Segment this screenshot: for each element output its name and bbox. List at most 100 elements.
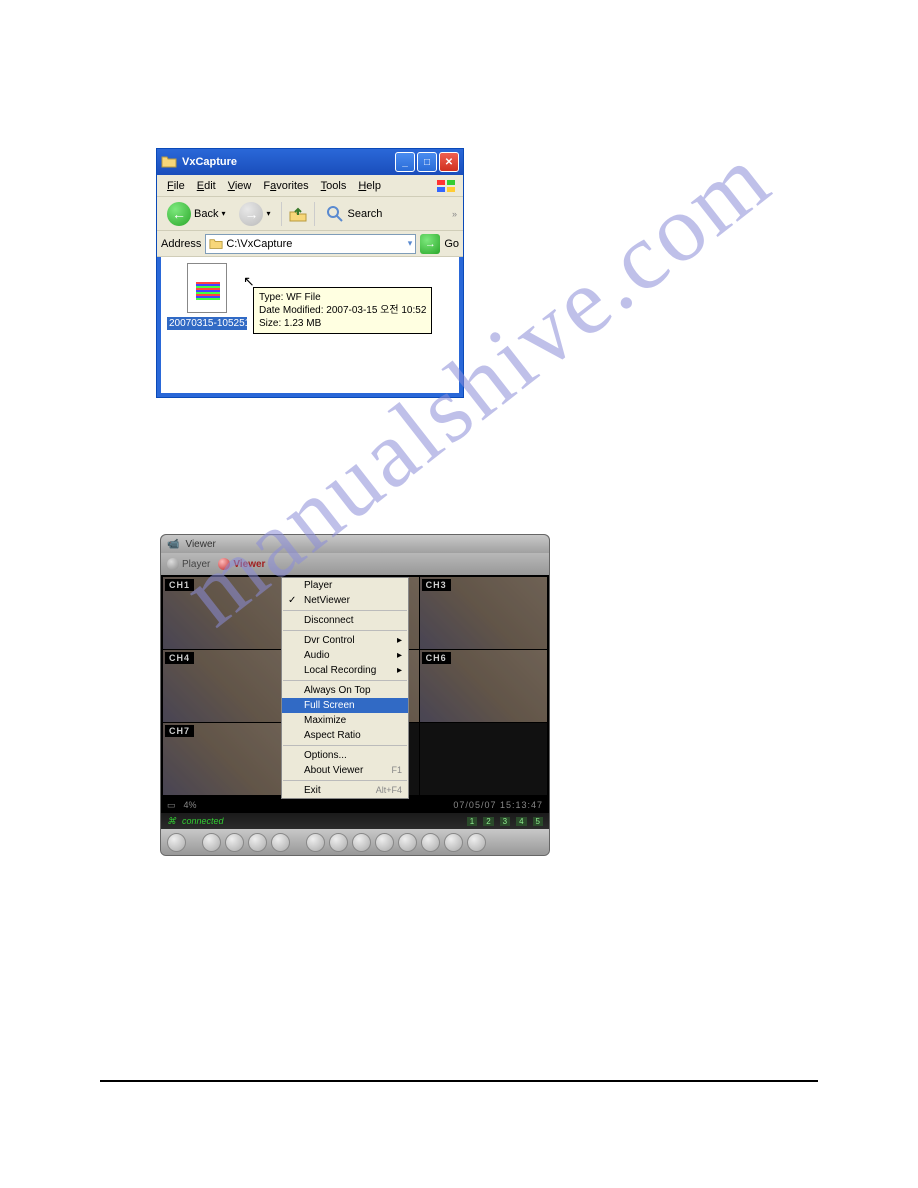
folder-icon <box>161 154 177 170</box>
ctx-separator <box>283 680 407 681</box>
ctx-about-shortcut: F1 <box>391 765 402 775</box>
ctx-audio[interactable]: Audio <box>282 648 408 663</box>
explorer-addressbar: Address C:\VxCapture ▾ → Go <box>157 231 463 257</box>
control-button-1[interactable] <box>167 833 186 852</box>
ctx-disconnect[interactable]: Disconnect <box>282 613 408 628</box>
toolbar-separator <box>281 202 282 226</box>
camera-icon: 📹 <box>167 539 179 550</box>
ctx-exit[interactable]: ExitAlt+F4 <box>282 783 408 798</box>
viewer-statusbar: ▭ 4% 07/05/07 15:13:47 <box>161 797 549 813</box>
toolbar-separator <box>314 202 315 226</box>
page-footer-rule <box>100 1080 818 1082</box>
channel-1[interactable]: CH1 <box>163 577 290 649</box>
tab-player[interactable]: Player <box>167 558 210 570</box>
ch6-label: CH6 <box>422 652 451 664</box>
channel-4[interactable]: CH4 <box>163 650 290 722</box>
forward-dropdown-icon[interactable]: ▾ <box>266 209 270 218</box>
close-button[interactable]: ✕ <box>439 152 459 172</box>
viewer-tab-icon <box>218 558 230 570</box>
ctx-maximize[interactable]: Maximize <box>282 713 408 728</box>
back-button[interactable]: ← Back ▾ <box>163 200 229 228</box>
explorer-titlebar[interactable]: VxCapture _ □ ✕ <box>157 149 463 175</box>
connection-status: connected <box>182 816 224 826</box>
toolbar-overflow-icon[interactable]: » <box>452 209 457 219</box>
ch3-label: CH3 <box>422 579 451 591</box>
file-icon <box>187 263 227 313</box>
context-menu: Player NetViewer Disconnect Dvr Control … <box>281 577 409 799</box>
tooltip-size: Size: 1.23 MB <box>259 317 426 330</box>
maximize-button[interactable]: □ <box>417 152 437 172</box>
back-label: Back <box>194 208 218 220</box>
ctx-options[interactable]: Options... <box>282 748 408 763</box>
windows-flag-icon <box>435 178 459 194</box>
control-button-4[interactable] <box>248 833 267 852</box>
file-name: 20070315-105251.WF <box>167 317 247 330</box>
ctx-netviewer[interactable]: NetViewer <box>282 593 408 608</box>
ctx-dvr-control[interactable]: Dvr Control <box>282 633 408 648</box>
channel-7[interactable]: CH7 <box>163 723 290 795</box>
menu-view[interactable]: View <box>222 178 258 194</box>
control-button-3[interactable] <box>225 833 244 852</box>
explorer-window: VxCapture _ □ ✕ File Edit View Favorites… <box>156 148 464 398</box>
control-button-11[interactable] <box>421 833 440 852</box>
control-button-6[interactable] <box>306 833 325 852</box>
ch-indicator-3[interactable]: 3 <box>500 817 510 826</box>
ctx-about[interactable]: About ViewerF1 <box>282 763 408 778</box>
ch7-label: CH7 <box>165 725 194 737</box>
tab-player-label: Player <box>182 559 210 570</box>
tooltip-date: Date Modified: 2007-03-15 오전 10:52 <box>259 304 426 317</box>
go-label: Go <box>444 238 459 250</box>
back-dropdown-icon[interactable]: ▾ <box>221 209 225 218</box>
viewer-grid: CH1 CH2 CH3 CH4 CH5 CH6 CH7 Player NetVi… <box>161 575 549 797</box>
tab-viewer[interactable]: Viewer <box>218 558 265 570</box>
ctx-separator <box>283 610 407 611</box>
address-label: Address <box>161 238 201 250</box>
ctx-separator <box>283 780 407 781</box>
address-dropdown-icon[interactable]: ▾ <box>408 238 413 249</box>
hdd-icon: ▭ <box>167 800 176 811</box>
control-button-9[interactable] <box>375 833 394 852</box>
ch-indicator-4[interactable]: 4 <box>516 817 526 826</box>
connection-bar: ⌘ connected 1 2 3 4 5 <box>161 813 549 829</box>
control-button-7[interactable] <box>329 833 348 852</box>
channel-9-blank[interactable] <box>420 723 547 795</box>
menu-edit[interactable]: Edit <box>191 178 222 194</box>
tooltip-type: Type: WF File <box>259 291 426 304</box>
forward-button[interactable]: → ▾ <box>235 200 274 228</box>
search-label: Search <box>348 208 383 220</box>
channel-3[interactable]: CH3 <box>420 577 547 649</box>
folder-icon <box>209 237 223 251</box>
ch1-label: CH1 <box>165 579 194 591</box>
ch4-label: CH4 <box>165 652 194 664</box>
tab-viewer-label: Viewer <box>233 559 265 570</box>
control-button-2[interactable] <box>202 833 221 852</box>
menu-favorites[interactable]: Favorites <box>257 178 314 194</box>
viewer-titlebar[interactable]: 📹 Viewer <box>161 535 549 553</box>
control-button-5[interactable] <box>271 833 290 852</box>
timestamp: 07/05/07 15:13:47 <box>453 800 543 810</box>
search-button[interactable]: Search <box>321 202 387 226</box>
ctx-player[interactable]: Player <box>282 578 408 593</box>
menu-file[interactable]: File <box>161 178 191 194</box>
ch-indicator-5[interactable]: 5 <box>533 817 543 826</box>
up-folder-icon[interactable] <box>288 204 308 224</box>
channel-6[interactable]: CH6 <box>420 650 547 722</box>
minimize-button[interactable]: _ <box>395 152 415 172</box>
ch-indicator-2[interactable]: 2 <box>483 817 493 826</box>
ch-indicator-1[interactable]: 1 <box>467 817 477 826</box>
control-button-8[interactable] <box>352 833 371 852</box>
menu-help[interactable]: Help <box>352 178 387 194</box>
ctx-local-recording[interactable]: Local Recording <box>282 663 408 678</box>
menu-tools[interactable]: Tools <box>315 178 353 194</box>
control-button-13[interactable] <box>467 833 486 852</box>
ctx-full-screen[interactable]: Full Screen <box>282 698 408 713</box>
control-button-10[interactable] <box>398 833 417 852</box>
control-button-12[interactable] <box>444 833 463 852</box>
explorer-file-pane[interactable]: 20070315-105251.WF ↖ Type: WF File Date … <box>157 257 463 397</box>
ctx-aspect-ratio[interactable]: Aspect Ratio <box>282 728 408 743</box>
address-input[interactable]: C:\VxCapture ▾ <box>205 234 416 254</box>
ctx-always-on-top[interactable]: Always On Top <box>282 683 408 698</box>
file-item[interactable]: 20070315-105251.WF <box>167 263 247 330</box>
ctx-separator <box>283 745 407 746</box>
go-button[interactable]: → <box>420 234 440 254</box>
